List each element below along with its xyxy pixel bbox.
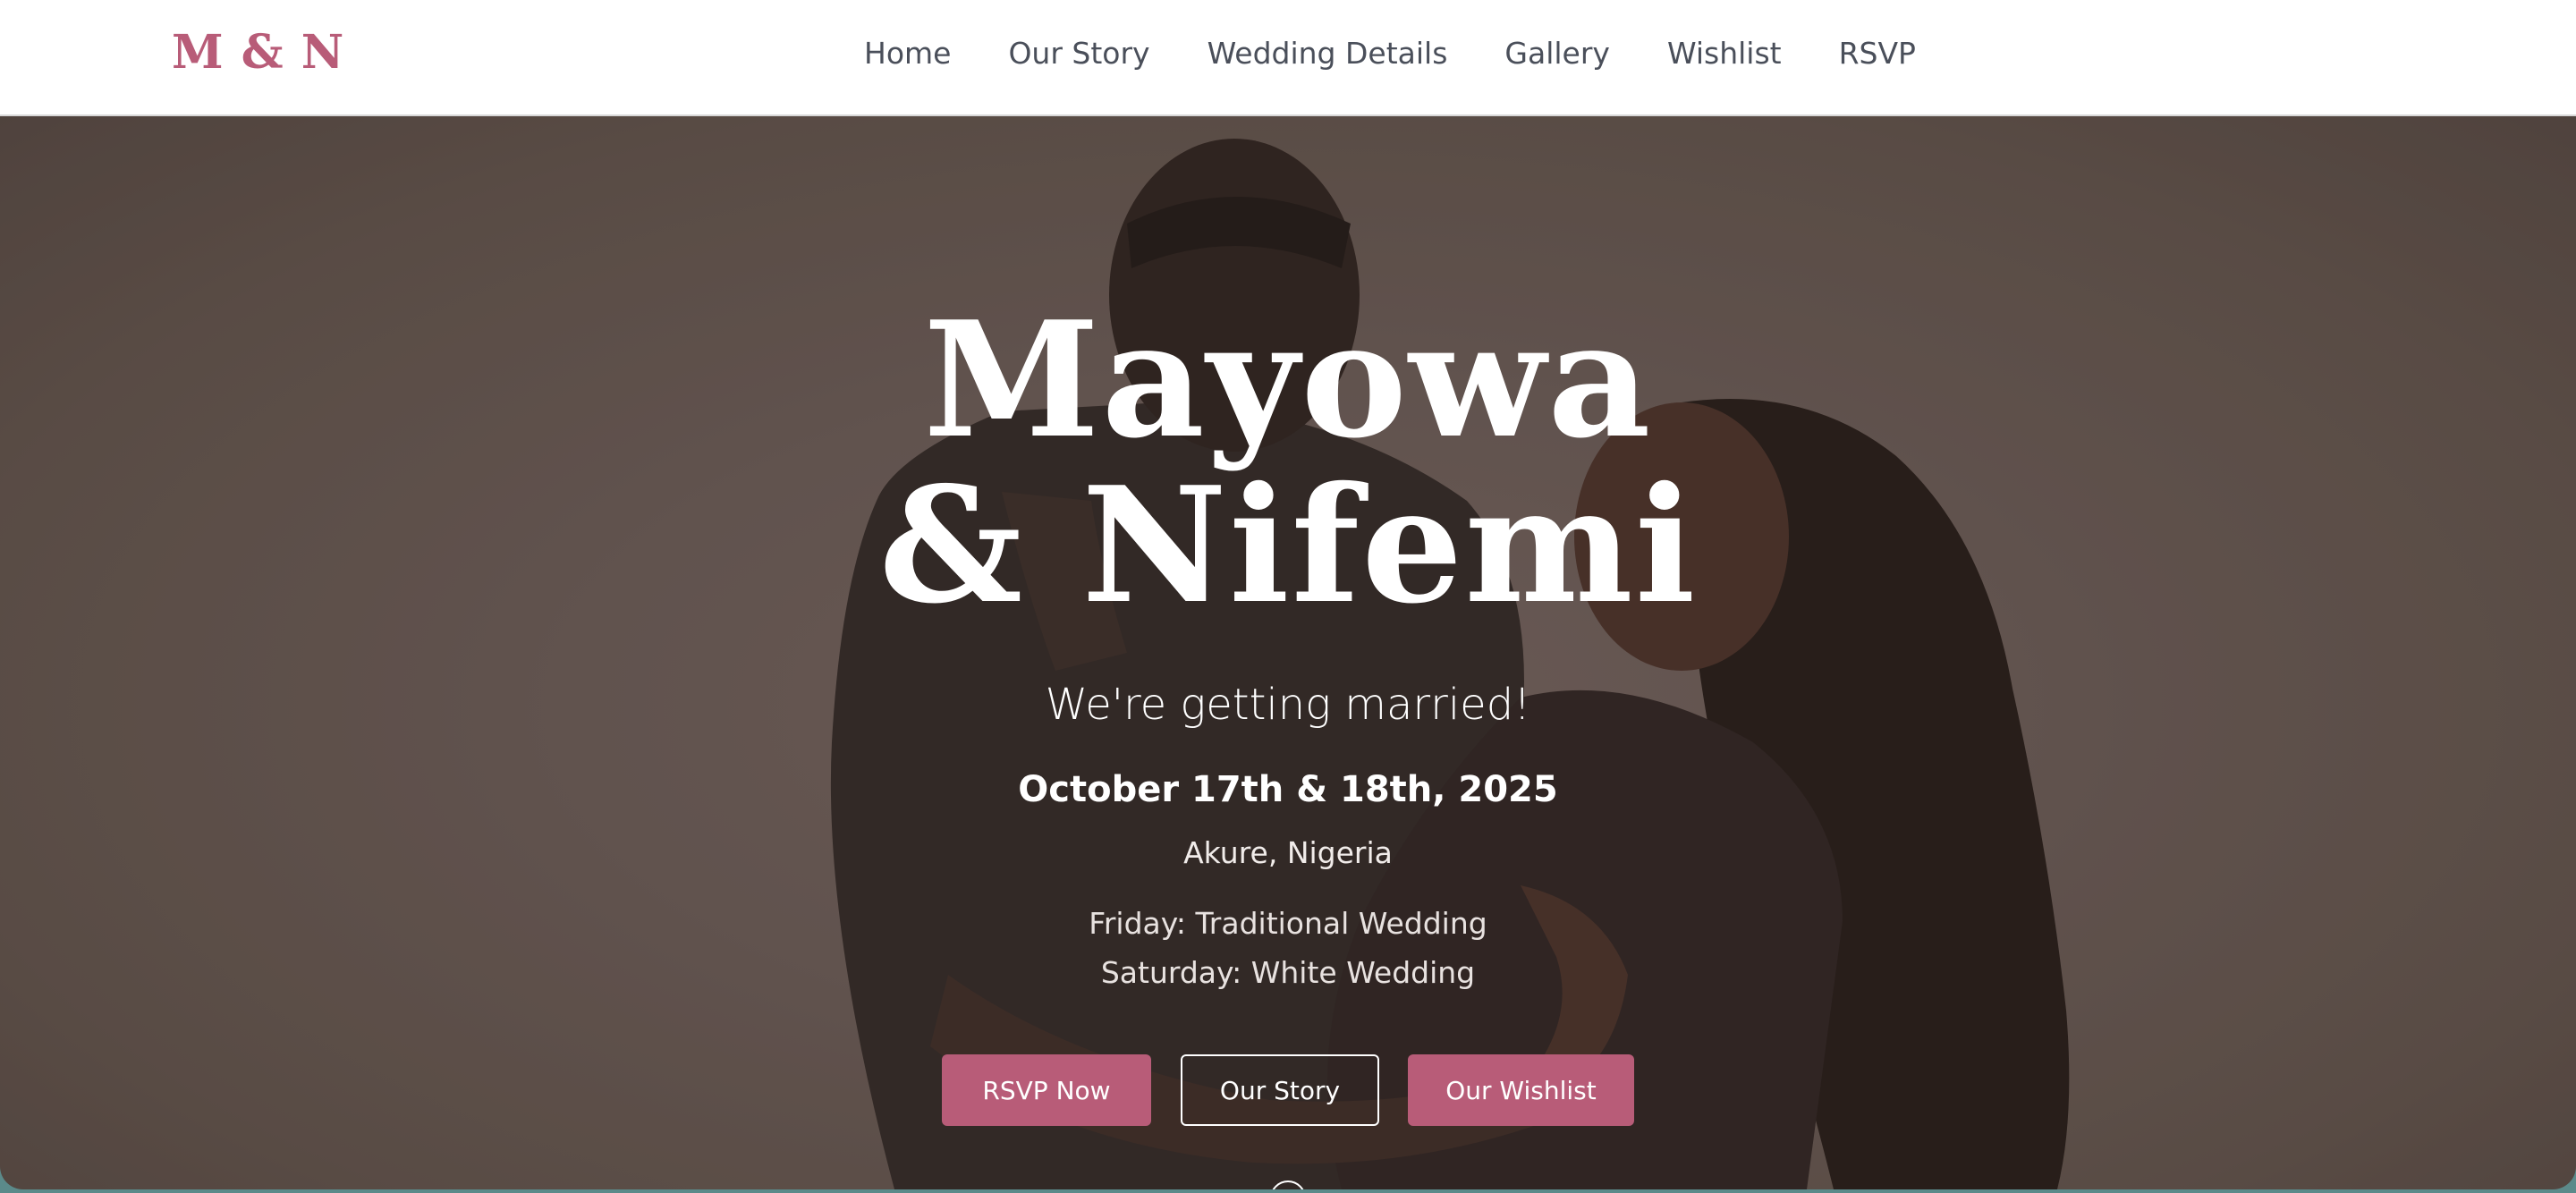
hero-overlay — [0, 116, 2576, 1189]
hero-subtitle: We're getting married! — [1045, 680, 1531, 730]
rsvp-now-button[interactable]: RSVP Now — [942, 1054, 1151, 1126]
our-story-button[interactable]: Our Story — [1181, 1054, 1379, 1126]
top-navbar: M & N Home Our Story Wedding Details Gal… — [0, 0, 2576, 116]
hero-section: Mayowa & Nifemi We're getting married! O… — [0, 116, 2576, 1189]
nav-our-story[interactable]: Our Story — [1008, 36, 1149, 71]
nav-gallery[interactable]: Gallery — [1504, 36, 1610, 71]
event-friday: Friday: Traditional Wedding — [1089, 906, 1487, 941]
event-saturday: Saturday: White Wedding — [1100, 955, 1476, 990]
wedding-location: Akure, Nigeria — [1183, 835, 1393, 870]
site-logo[interactable]: M & N — [172, 25, 344, 80]
nav-rsvp[interactable]: RSVP — [1839, 36, 1916, 71]
wedding-date: October 17th & 18th, 2025 — [1018, 769, 1558, 810]
nav-home[interactable]: Home — [864, 36, 951, 71]
hero-title-line2: & Nifemi — [878, 452, 1698, 639]
main-nav: Home Our Story Wedding Details Gallery W… — [864, 36, 1916, 71]
hero-title-line1: Mayowa — [923, 286, 1653, 473]
our-wishlist-button[interactable]: Our Wishlist — [1408, 1054, 1634, 1126]
nav-wishlist[interactable]: Wishlist — [1667, 36, 1782, 71]
nav-wedding-details[interactable]: Wedding Details — [1208, 36, 1448, 71]
